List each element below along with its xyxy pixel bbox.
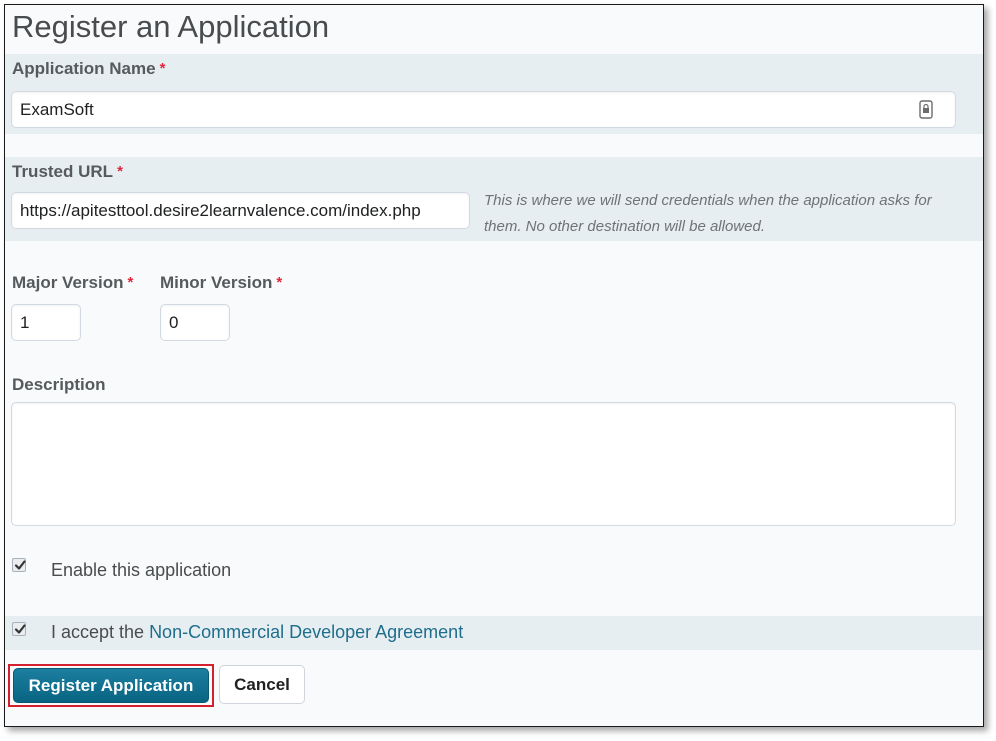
trusted-url-value: https://apitesttool.desire2learnvalence.…: [20, 200, 421, 220]
application-name-value: ExamSoft: [20, 99, 94, 119]
accept-agreement-label: I accept the Non-Commercial Developer Ag…: [51, 622, 463, 643]
required-asterisk: *: [276, 274, 283, 291]
trusted-url-help: This is where we will send credentials w…: [484, 188, 932, 240]
major-version-input[interactable]: 1: [11, 304, 81, 341]
major-version-value: 1: [20, 312, 30, 332]
enable-application-checkbox[interactable]: [12, 558, 26, 572]
cancel-button[interactable]: Cancel: [219, 665, 305, 704]
page-title: Register an Application: [12, 9, 330, 44]
application-name-label: Application Name *: [12, 59, 166, 78]
password-manager-icon[interactable]: [919, 100, 933, 119]
checkmark-icon: [14, 560, 26, 570]
help-text-line: This is where we will send credentials w…: [484, 192, 932, 209]
accept-agreement-checkbox[interactable]: [12, 622, 26, 636]
help-text-line: them. No other destination will be allow…: [484, 218, 765, 235]
minor-version-label: Minor Version *: [160, 273, 283, 292]
trusted-url-input[interactable]: https://apitesttool.desire2learnvalence.…: [11, 192, 470, 229]
checkmark-icon: [14, 624, 26, 634]
minor-version-input[interactable]: 0: [160, 304, 230, 341]
description-textarea[interactable]: [11, 402, 956, 526]
register-application-button[interactable]: Register Application: [13, 668, 209, 703]
enable-application-label[interactable]: Enable this application: [51, 560, 231, 581]
required-asterisk: *: [159, 60, 166, 77]
required-asterisk: *: [117, 163, 123, 180]
description-label: Description: [12, 375, 106, 394]
agreement-prefix: I accept the: [51, 622, 150, 642]
developer-agreement-link[interactable]: Non-Commercial Developer Agreement: [149, 622, 463, 642]
application-name-input[interactable]: ExamSoft: [11, 91, 956, 128]
minor-version-value: 0: [169, 312, 179, 332]
major-version-label: Major Version *: [12, 273, 134, 292]
register-application-form: Register an Application Application Name…: [4, 4, 984, 727]
trusted-url-label: Trusted URL *: [12, 162, 123, 181]
required-asterisk: *: [127, 274, 134, 291]
